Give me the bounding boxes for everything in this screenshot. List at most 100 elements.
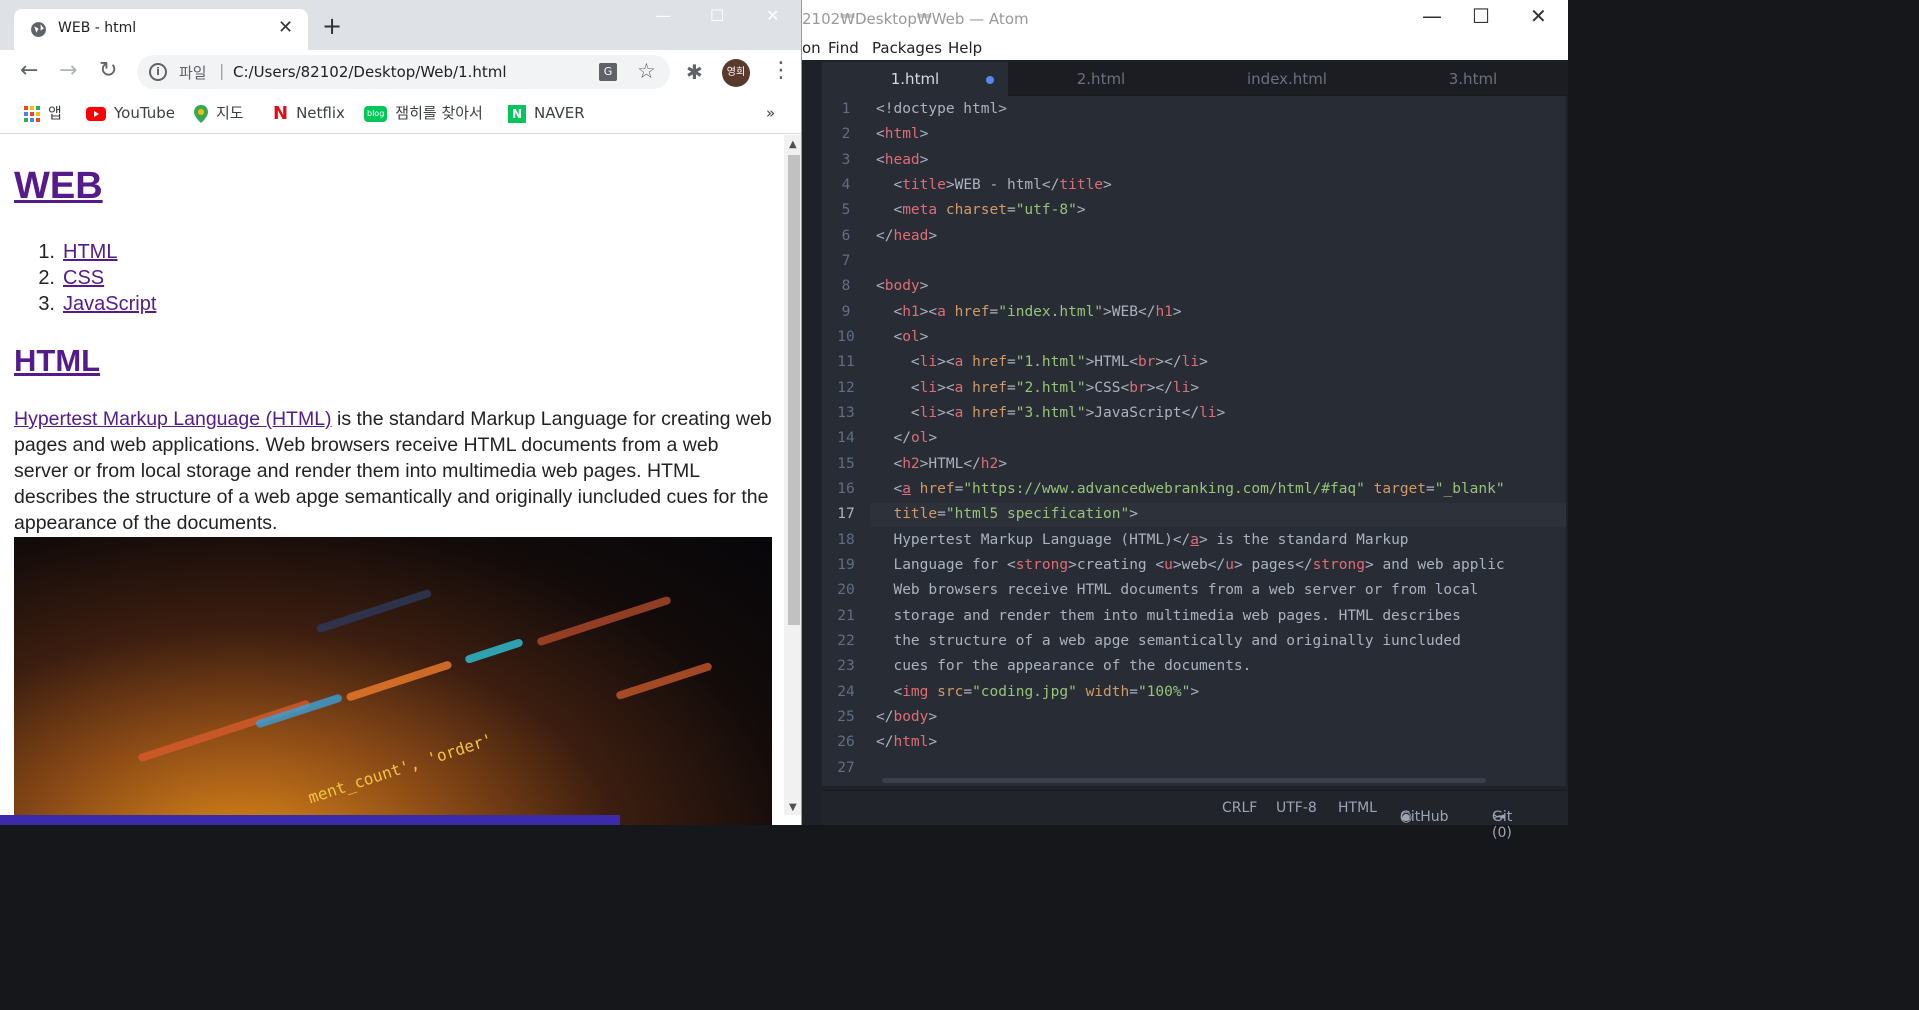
page-title: WEB	[14, 165, 103, 208]
line-number: 19	[837, 557, 855, 573]
bookmarks-bar: 앱 YouTube 지도 N Netflix blog 잼히를 찾아서 N NAVER…	[0, 96, 801, 134]
maps-pin-icon	[194, 104, 208, 123]
editor-tab-1-html[interactable]: 1.html	[822, 62, 1008, 96]
profile-avatar[interactable]: 영희	[722, 59, 750, 87]
horizontal-scrollbar[interactable]	[882, 778, 1486, 783]
bookmark-label: 잼히를 찾아서	[395, 104, 483, 122]
code-line: <a href="https://www.advancedwebranking.…	[893, 481, 1505, 497]
code-line: </head>	[876, 228, 938, 244]
grammar-indicator[interactable]: HTML	[1338, 800, 1377, 816]
editor-tab-2-html[interactable]: 2.html	[1008, 62, 1194, 96]
line-number: 6	[841, 228, 851, 244]
image-code-text: ment_count', 'order'	[305, 729, 495, 808]
browser-toolbar: ← → ↻ i 파일 | C:/Users/82102/Desktop/Web/…	[0, 50, 801, 96]
list-number: 3.	[38, 293, 55, 315]
bookmark-label: 지도	[216, 104, 244, 122]
line-number: 23	[837, 658, 855, 674]
tab-label: 2.html	[1076, 70, 1126, 88]
bookmark-star-icon[interactable]: ☆	[637, 59, 656, 83]
bookmark-label: 앱	[48, 104, 62, 122]
globe-icon	[31, 22, 46, 37]
line-number: 10	[837, 329, 855, 345]
github-label: GitHub	[1400, 809, 1449, 825]
menu-packages[interactable]: Packages	[872, 39, 942, 57]
line-number: 4	[841, 177, 851, 193]
browser-tab[interactable]: WEB - html ✕	[14, 9, 308, 50]
menu-item[interactable]: on	[802, 39, 821, 57]
code-editor[interactable]: <!doctype html> <html> <head> <title>WEB…	[870, 96, 1566, 786]
link-html[interactable]: HTML	[63, 241, 117, 263]
list-number: 1.	[38, 241, 55, 263]
line-number: 12	[837, 380, 855, 396]
blog-icon: blog	[364, 105, 388, 122]
bookmark-youtube[interactable]: YouTube	[86, 102, 175, 124]
address-bar[interactable]: i 파일 | C:/Users/82102/Desktop/Web/1.html…	[137, 55, 670, 89]
info-icon[interactable]: i	[149, 63, 167, 81]
minimize-button[interactable]: —	[655, 6, 671, 25]
intro-paragraph: Hypertest Markup Language (HTML) is the …	[14, 406, 772, 536]
line-number: 20	[837, 582, 855, 598]
link-css[interactable]: CSS	[63, 267, 104, 289]
bookmark-apps[interactable]: 앱	[24, 102, 62, 124]
page-viewport: WEB 1. HTML 2. CSS 3. JavaScript HTML Hyper…	[2, 135, 784, 825]
bookmark-netflix[interactable]: N Netflix	[273, 102, 345, 124]
scroll-thumb[interactable]	[788, 155, 800, 625]
line-number: 8	[841, 278, 851, 294]
code-line: <body>	[876, 278, 929, 294]
scroll-up-arrow-icon[interactable]: ▲	[789, 139, 797, 150]
tab-label: 1.html	[890, 70, 940, 88]
forward-button[interactable]: →	[59, 60, 77, 82]
bookmark-label: Netflix	[296, 104, 345, 122]
close-window-button[interactable]: ✕	[766, 6, 779, 25]
code-line: <h2>HTML</h2>	[893, 456, 1007, 472]
bookmark-naver[interactable]: N NAVER	[508, 102, 585, 124]
link-javascript[interactable]: JavaScript	[63, 293, 156, 315]
browser-menu-icon[interactable]: ⋮	[770, 58, 792, 83]
code-line: <img src="coding.jpg" width="100%">	[893, 684, 1200, 700]
url-separator: |	[219, 61, 225, 80]
code-line: </html>	[876, 734, 938, 750]
reload-button[interactable]: ↻	[99, 60, 117, 82]
bookmarks-overflow-button[interactable]: »	[766, 102, 775, 124]
new-tab-button[interactable]: +	[322, 14, 342, 38]
code-line: <li><a href="2.html">CSS<br></li>	[910, 380, 1200, 396]
taskbar-strip	[0, 815, 620, 825]
line-ending-indicator[interactable]: CRLF	[1222, 800, 1257, 816]
editor-tab-index-html[interactable]: index.html	[1194, 62, 1380, 96]
line-number: 7	[841, 253, 851, 269]
line-number: 13	[837, 405, 855, 421]
atom-maximize-button[interactable]: ☐	[1472, 4, 1490, 28]
page-scrollbar[interactable]: ▲ ▼	[784, 135, 801, 815]
bookmark-label: NAVER	[534, 104, 585, 122]
tab-close-button[interactable]: ✕	[278, 17, 293, 38]
maximize-button[interactable]: ☐	[710, 6, 724, 25]
youtube-icon	[86, 106, 106, 121]
url-text[interactable]: C:/Users/82102/Desktop/Web/1.html	[233, 63, 507, 81]
line-number-current: 17	[837, 506, 855, 522]
list-item: 1. HTML	[14, 239, 156, 265]
back-button[interactable]: ←	[20, 60, 38, 82]
atom-close-button[interactable]: ✕	[1530, 4, 1547, 28]
bookmark-maps[interactable]: 지도	[194, 102, 244, 124]
menu-find[interactable]: Find	[828, 39, 859, 57]
menu-help[interactable]: Help	[948, 39, 982, 57]
line-number: 25	[837, 709, 855, 725]
code-line: </ol>	[893, 430, 938, 446]
browser-window: WEB - html ✕ + — ☐ ✕ ← → ↻ i 파일 | C:/Use…	[0, 0, 802, 825]
code-line: Language for <strong>creating <u>web</u>…	[876, 557, 1505, 573]
html-spec-link[interactable]: Hypertest Markup Language (HTML)	[14, 408, 332, 430]
bookmark-blog[interactable]: blog 잼히를 찾아서	[364, 102, 483, 124]
line-number: 11	[837, 354, 855, 370]
encoding-indicator[interactable]: UTF-8	[1276, 800, 1317, 816]
list-item: 2. CSS	[14, 265, 156, 291]
extensions-icon[interactable]: ✱	[686, 60, 703, 84]
url-scheme: 파일	[179, 64, 207, 82]
scroll-down-arrow-icon[interactable]: ▼	[789, 802, 797, 813]
translate-icon[interactable]: G	[599, 63, 617, 81]
editor-tab-3-html[interactable]: 3.html	[1380, 62, 1566, 96]
page-nav-list: 1. HTML 2. CSS 3. JavaScript	[14, 239, 156, 317]
title-link[interactable]: WEB	[14, 165, 103, 207]
line-number: 15	[837, 456, 855, 472]
tab-label: index.html	[1247, 70, 1327, 88]
atom-minimize-button[interactable]: —	[1422, 4, 1442, 28]
